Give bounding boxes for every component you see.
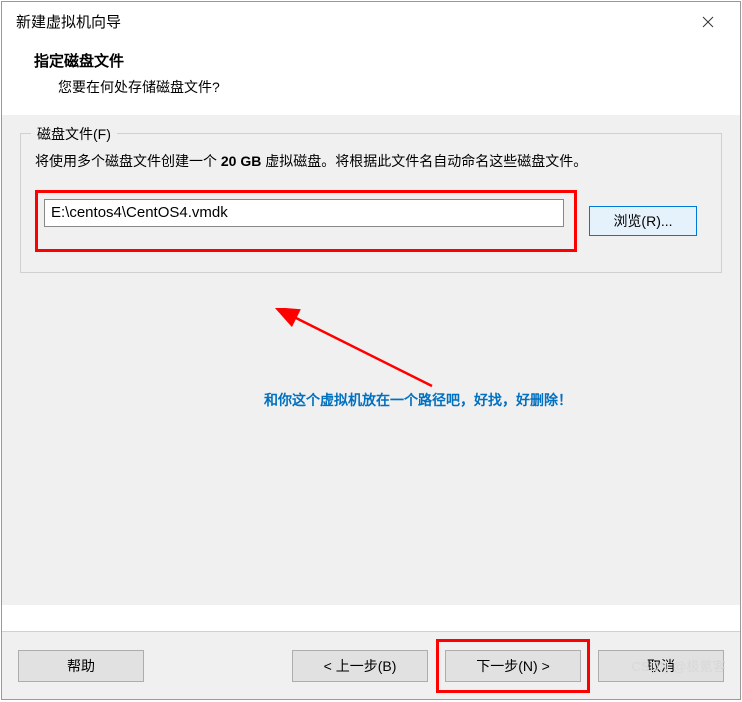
close-icon xyxy=(702,16,714,28)
help-button[interactable]: 帮助 xyxy=(18,650,144,682)
content-area: 磁盘文件(F) 将使用多个磁盘文件创建一个 20 GB 虚拟磁盘。将根据此文件名… xyxy=(2,115,740,605)
page-subtitle: 您要在何处存储磁盘文件? xyxy=(34,77,708,97)
disk-file-path-input[interactable] xyxy=(44,199,564,227)
browse-button[interactable]: 浏览(R)... xyxy=(589,206,697,236)
file-input-row: 浏览(R)... xyxy=(35,190,707,252)
close-button[interactable] xyxy=(688,8,728,36)
disk-file-group: 磁盘文件(F) 将使用多个磁盘文件创建一个 20 GB 虚拟磁盘。将根据此文件名… xyxy=(20,133,722,273)
cancel-button[interactable]: 取消 xyxy=(598,650,724,682)
desc-post: 虚拟磁盘。将根据此文件名自动命名这些磁盘文件。 xyxy=(261,153,587,169)
button-bar: 帮助 < 上一步(B) 下一步(N) > 取消 xyxy=(2,631,740,699)
description-text: 将使用多个磁盘文件创建一个 20 GB 虚拟磁盘。将根据此文件名自动命名这些磁盘… xyxy=(35,150,707,174)
page-title: 指定磁盘文件 xyxy=(34,50,708,71)
highlight-box-input xyxy=(35,190,577,252)
group-label: 磁盘文件(F) xyxy=(31,124,117,144)
window-title: 新建虚拟机向导 xyxy=(16,11,121,32)
annotation-text: 和你这个虚拟机放在一个路径吧，好找，好删除！ xyxy=(264,390,572,410)
desc-bold: 20 GB xyxy=(221,153,261,169)
highlight-box-next: 下一步(N) > xyxy=(436,639,590,693)
wizard-header: 指定磁盘文件 您要在何处存储磁盘文件? xyxy=(2,40,740,115)
title-bar: 新建虚拟机向导 xyxy=(2,2,740,40)
desc-pre: 将使用多个磁盘文件创建一个 xyxy=(35,153,221,169)
back-button[interactable]: < 上一步(B) xyxy=(292,650,428,682)
next-button[interactable]: 下一步(N) > xyxy=(445,650,581,682)
